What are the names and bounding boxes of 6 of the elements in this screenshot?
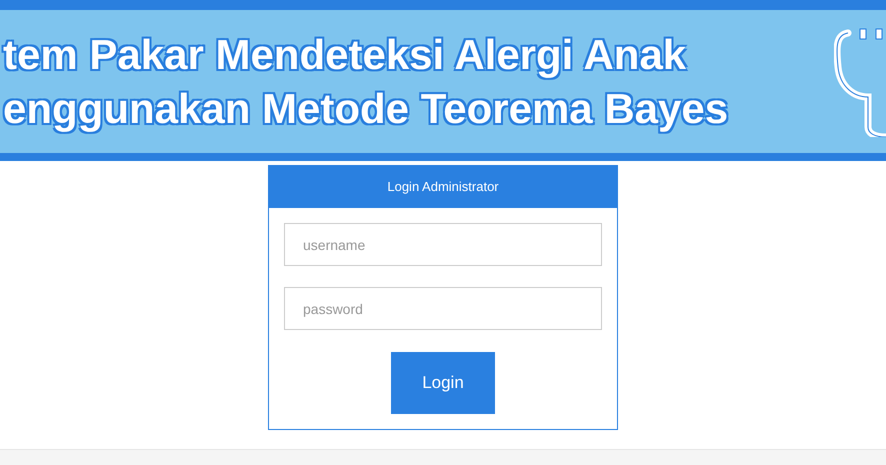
input-field[interactable]: password <box>284 287 602 330</box>
banner-title: enggunakan Metode Teorema Bayes <box>3 84 728 134</box>
input-field[interactable]: username <box>284 223 602 266</box>
panel-title: Login Administrator <box>387 178 499 196</box>
login-button[interactable]: Login <box>391 352 495 414</box>
banner-title: tem Pakar Mendeteksi Alergi Anak <box>3 30 688 80</box>
